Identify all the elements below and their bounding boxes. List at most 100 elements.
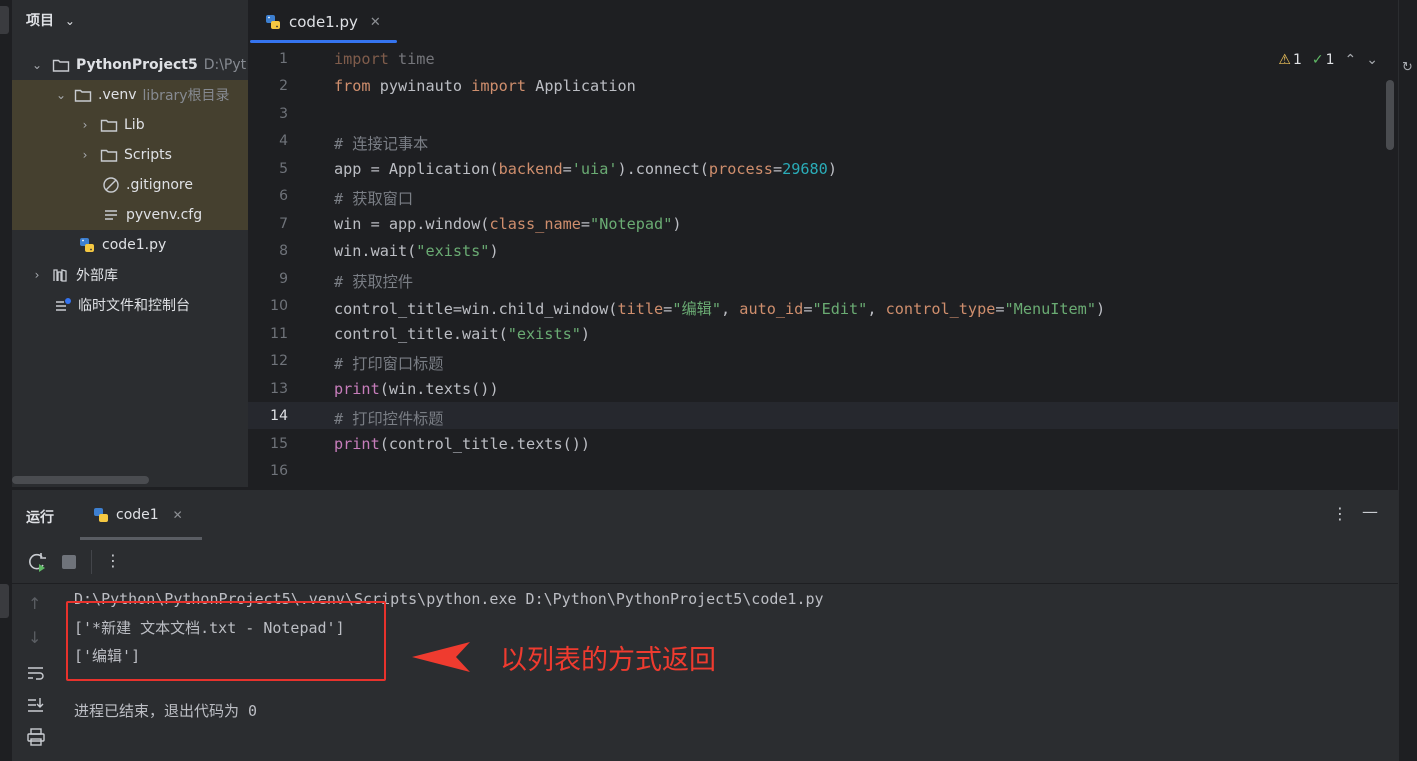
code-line: # 打印窗口标题 [334,355,444,373]
editor-vertical-scrollbar[interactable] [1386,80,1394,150]
chevron-down-icon[interactable]: ⌄ [30,58,44,72]
toolbar-divider [91,550,92,574]
annotation-arrow-icon [412,642,470,672]
tree-item-external-libraries[interactable]: › 外部库 [12,260,266,290]
scroll-to-end-icon[interactable] [26,696,46,714]
scratches-icon [56,298,71,311]
code-editor[interactable]: 1 2 3 4 5 6 7 8 9 10 11 12 13 14 15 16 i… [248,44,1398,487]
active-tab-indicator [250,40,397,43]
chevron-down-icon[interactable]: ⌄ [1366,52,1378,68]
check-icon: ✓ [1311,52,1324,68]
tree-item-label: 临时文件和控制台 [78,298,190,314]
project-panel-title: 项目 [26,13,54,29]
console-line: 进程已结束，退出代码为 0 [74,702,258,720]
chevron-right-icon[interactable]: › [78,118,92,132]
tree-item-hint: library根目录 [142,88,230,104]
folder-icon [52,59,70,72]
line-number: 9 [279,271,288,287]
stop-icon[interactable] [62,555,76,569]
tree-item-label: code1.py [102,237,167,253]
code-line: app = Application(backend='uia').connect… [334,160,837,178]
warning-icon: ⚠ [1278,52,1291,68]
left-tool-strip [0,0,12,761]
tree-item-pythonproject5[interactable]: ⌄ PythonProject5 D:\Pyt [12,50,266,80]
folder-icon [74,89,92,102]
chevron-down-icon[interactable]: ⌄ [65,14,75,28]
minimize-icon[interactable]: — [1362,502,1378,521]
tree-item-label: 外部库 [76,268,118,284]
line-number: 8 [279,243,288,259]
project-horizontal-scrollbar[interactable] [12,476,149,484]
library-icon [53,269,67,282]
annotation-highlight-box [66,601,386,681]
line-number: 3 [279,106,288,122]
more-options-icon[interactable]: ⋮ [105,551,121,570]
chevron-right-icon[interactable]: › [78,148,92,162]
annotation-text: 以列表的方式返回 [500,645,716,676]
code-line: # 获取控件 [334,273,414,291]
tree-item-label: Lib [124,117,145,133]
close-icon[interactable]: ✕ [173,508,183,522]
arrow-up-icon[interactable]: ↑ [28,594,41,613]
soft-wrap-icon[interactable] [26,664,46,682]
line-number: 10 [270,298,288,314]
code-line: control_title.wait("exists") [334,325,591,343]
chevron-right-icon[interactable]: › [30,268,44,282]
close-icon[interactable]: ✕ [370,15,381,30]
python-file-icon [80,238,94,252]
line-number: 7 [279,216,288,232]
ignore-file-icon [103,177,119,193]
line-number: 16 [270,463,288,479]
run-tool-window-header: 运行 code1 ✕ ⋮ — [12,489,1398,540]
rerun-icon[interactable] [26,551,48,573]
chevron-down-icon[interactable]: ⌄ [54,88,68,102]
python-file-icon [94,508,108,522]
tab-code1-py[interactable]: code1.py ✕ [248,0,398,44]
line-number: 2 [279,78,288,94]
run-panel-title: 运行 [26,510,54,526]
line-number: 12 [270,353,288,369]
run-tab-code1[interactable]: code1 ✕ [80,490,202,540]
line-number: 14 [270,408,288,424]
ok-count: 1 [1325,52,1335,68]
arrow-down-icon[interactable]: ↓ [28,628,41,647]
inspection-widget[interactable]: ⚠ 1 ✓ 1 ⌃ ⌄ [1278,52,1378,68]
code-line: win.wait("exists") [334,242,499,260]
code-line: win = app.window(class_name="Notepad") [334,215,682,233]
code-line: # 打印控件标题 [334,410,444,428]
line-number: 13 [270,381,288,397]
print-icon[interactable] [26,728,46,746]
code-line: print(control_title.texts()) [334,435,591,453]
line-number: 11 [270,326,288,342]
tab-label: code1.py [289,13,358,31]
run-tab-label: code1 [116,507,159,523]
notifications-icon[interactable]: ↻ [1402,60,1413,75]
line-number: 15 [270,436,288,452]
line-number: 5 [279,161,288,177]
line-number: 6 [279,188,288,204]
tree-item-label: PythonProject5 [76,57,198,73]
code-line: from pywinauto import Application [334,77,636,95]
python-file-icon [266,15,280,29]
run-toolbar: ⋮ [12,540,1398,584]
more-options-icon[interactable]: ⋮ [1332,504,1348,523]
tree-item-label: pyvenv.cfg [126,207,203,223]
project-panel-header[interactable]: 项目 ⌄ [26,10,75,30]
folder-icon [100,149,118,162]
code-line: # 获取窗口 [334,190,414,208]
line-number: 1 [279,51,288,67]
project-tool-button[interactable] [0,6,9,34]
run-tool-button[interactable] [0,584,9,618]
code-line: # 连接记事本 [334,135,429,153]
tree-item-label: Scripts [124,147,172,163]
code-line: control_title=win.child_window(title="编辑… [334,300,1106,318]
right-tool-strip: ↻ [1398,0,1417,761]
folder-icon [100,119,118,132]
code-line: print(win.texts()) [334,380,499,398]
code-line: import time [334,50,435,68]
line-number: 4 [279,133,288,149]
text-file-icon [105,210,117,220]
tree-item-label: .gitignore [126,177,193,193]
chevron-up-icon[interactable]: ⌃ [1345,52,1357,68]
project-panel: 项目 ⌄ ⌄ PythonProject5 D:\Pyt ⌄ .venv lib… [12,0,336,487]
